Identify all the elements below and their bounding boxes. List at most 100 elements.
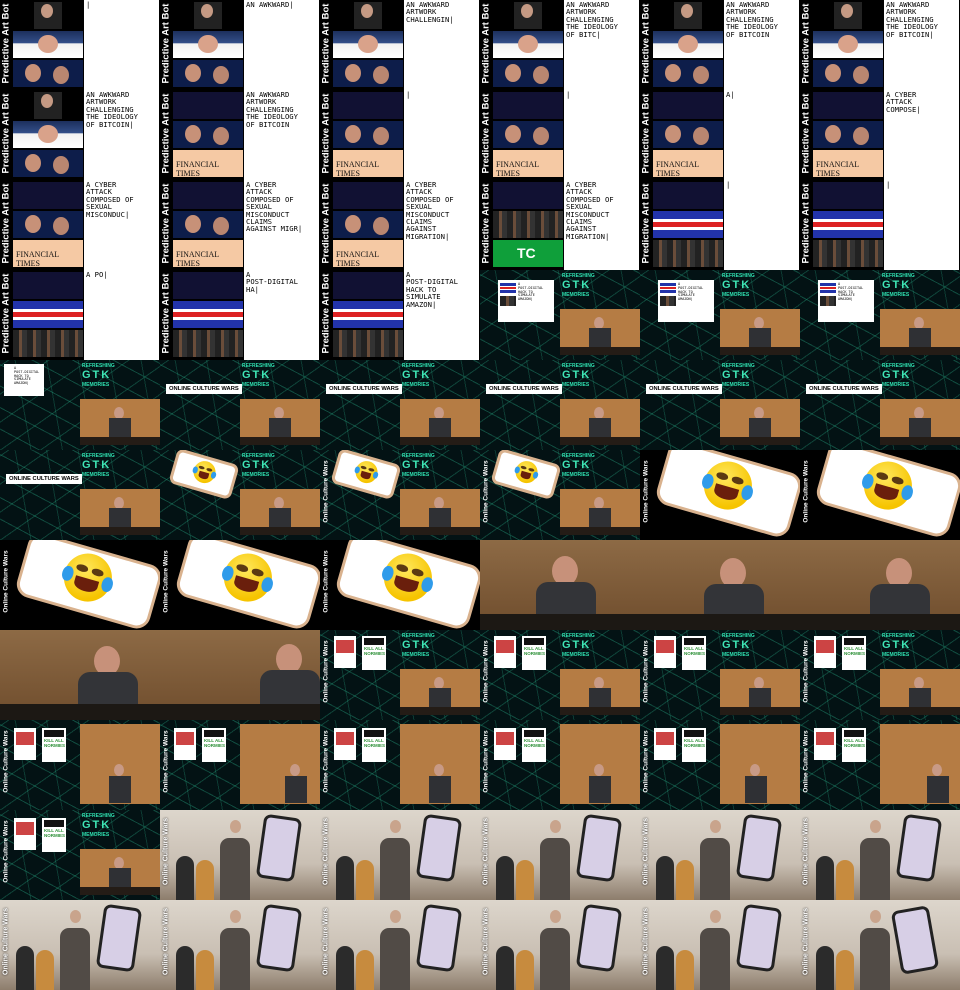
frame-r8c1[interactable] — [0, 630, 160, 720]
frame-r9c4[interactable]: Online Culture Wars — [480, 720, 640, 810]
frame-r5c2[interactable]: ONLINE CULTURE WARS REFRESHING GTK MEMORIE… — [160, 360, 320, 450]
book-cover — [494, 728, 516, 760]
frame-r11c2[interactable]: Online Culture Wars — [160, 900, 320, 990]
thumb-image — [500, 296, 516, 306]
book-cover — [362, 636, 386, 670]
frame-r9c6[interactable]: Online Culture Wars — [800, 720, 960, 810]
frame-r3c6[interactable]: Predictive Art Bot | — [800, 180, 960, 270]
frame-r9c2[interactable]: Online Culture Wars — [160, 720, 320, 810]
frame-r2c3[interactable]: Predictive Art Bot | — [320, 90, 480, 180]
book-cover — [362, 728, 386, 762]
frame-r7c1[interactable]: Online Culture Wars — [0, 540, 160, 630]
frame-r1c5[interactable]: Predictive Art Bot AN AWKWARD ARTWORK CH… — [640, 0, 800, 90]
speaker-head — [750, 764, 760, 776]
frame-r1c1[interactable]: Predictive Art Bot | — [0, 0, 160, 90]
frame-r8c5[interactable]: Online Culture Wars REFRESHINGGTKMEMORIE… — [640, 630, 800, 720]
frame-r11c4[interactable]: Online Culture Wars — [480, 900, 640, 990]
frame-r3c3[interactable]: Predictive Art Bot A CYBER ATTACK COMPOS… — [320, 180, 480, 270]
frame-r11c1[interactable]: Online Culture Wars — [0, 900, 160, 990]
thumb-stack — [173, 270, 243, 360]
book-cover — [682, 636, 706, 670]
podium — [880, 437, 960, 445]
frame-r4c2[interactable]: Predictive Art Bot A POST-DIGITAL HA| — [160, 270, 320, 360]
frame-r3c1[interactable]: Predictive Art Bot A CYBER ATTACK COMPOS… — [0, 180, 160, 270]
frame-r11c3[interactable]: Online Culture Wars — [320, 900, 480, 990]
frame-r10c3[interactable]: Online Culture Wars — [320, 810, 480, 900]
frame-r11c6[interactable]: Online Culture Wars — [800, 900, 960, 990]
frame-r2c2[interactable]: Predictive Art Bot AN AWKWARD ARTWORK CH… — [160, 90, 320, 180]
frame-r6c4[interactable]: Online Culture Wars REFRESHING GTK MEMORIE… — [480, 450, 640, 540]
frame-r7c3[interactable]: Online Culture Wars — [320, 540, 480, 630]
performer — [656, 946, 674, 990]
speaker-inset — [880, 399, 960, 445]
frame-r4c4[interactable]: A POST-DIGITAL HACK TO SIMULATE AMAZON| … — [480, 270, 640, 360]
performer — [700, 928, 730, 990]
frame-r10c6[interactable]: Online Culture Wars — [800, 810, 960, 900]
thumb-image — [653, 92, 723, 119]
frame-r1c3[interactable]: Predictive Art Bot AN AWKWARD ARTWORK CH… — [320, 0, 480, 90]
frame-r2c1[interactable]: Predictive Art Bot AN AWKWARD ARTWORK CH… — [0, 90, 160, 180]
frame-r1c2[interactable]: Predictive Art Bot AN AWKWARD| — [160, 0, 320, 90]
frame-r9c1[interactable]: Online Culture Wars — [0, 720, 160, 810]
frame-r10c1[interactable]: Online Culture Wars REFRESHINGGTKMEMORIE… — [0, 810, 160, 900]
frame-r7c5[interactable] — [640, 540, 800, 630]
vertical-title: Online Culture Wars — [162, 550, 170, 613]
frame-r2c5[interactable]: Predictive Art Bot A| — [640, 90, 800, 180]
frame-r6c2[interactable]: REFRESHING GTK MEMORIES — [160, 450, 320, 540]
frame-r5c4[interactable]: ONLINE CULTURE WARS REFRESHING GTK MEMORIE… — [480, 360, 640, 450]
frame-r6c1[interactable]: ONLINE CULTURE WARS REFRESHING GTK MEMORIE… — [0, 450, 160, 540]
frame-r4c1[interactable]: Predictive Art Bot A PO| — [0, 270, 160, 360]
frame-r7c2[interactable]: Online Culture Wars — [160, 540, 320, 630]
frame-r11c5[interactable]: Online Culture Wars — [640, 900, 800, 990]
frame-r10c4[interactable]: Online Culture Wars — [480, 810, 640, 900]
frame-r8c6[interactable]: Online Culture Wars REFRESHINGGTKMEMORIE… — [800, 630, 960, 720]
frame-r3c4[interactable]: Predictive Art Bot A CYBER ATTACK COMPOS… — [480, 180, 640, 270]
frame-r10c5[interactable]: Online Culture Wars — [640, 810, 800, 900]
performer-head — [550, 910, 561, 923]
frame-r5c3[interactable]: ONLINE CULTURE WARS REFRESHING GTK MEMORIE… — [320, 360, 480, 450]
frame-r7c4[interactable] — [480, 540, 640, 630]
frame-r8c4[interactable]: Online Culture Wars REFRESHINGGTKMEMORIE… — [480, 630, 640, 720]
phone — [735, 903, 783, 973]
thumb-image — [173, 211, 243, 238]
podium — [560, 707, 640, 715]
frame-r9c3[interactable]: Online Culture Wars — [320, 720, 480, 810]
frame-r2c4[interactable]: Predictive Art Bot | — [480, 90, 640, 180]
frame-r5c6[interactable]: ONLINE CULTURE WARS REFRESHING GTK MEMORIE… — [800, 360, 960, 450]
vertical-title: Online Culture Wars — [802, 460, 810, 523]
frame-r8c2[interactable] — [160, 630, 320, 720]
performer — [220, 838, 250, 900]
thumb-image — [173, 121, 243, 148]
performer-head — [870, 910, 881, 923]
frame-r4c3[interactable]: Predictive Art Bot A POST-DIGITAL HACK T… — [320, 270, 480, 360]
laughing-crying-emoji-icon — [858, 455, 918, 516]
frame-r3c5[interactable]: Predictive Art Bot | — [640, 180, 800, 270]
speaker-inset — [240, 399, 320, 445]
speaker-inset — [720, 309, 800, 355]
frame-r1c6[interactable]: Predictive Art Bot AN AWKWARD ARTWORK CH… — [800, 0, 960, 90]
laughing-crying-emoji-icon — [512, 458, 541, 486]
speaker-inset — [80, 489, 160, 535]
frame-r6c3[interactable]: Online Culture Wars REFRESHING GTK MEMORIE… — [320, 450, 480, 540]
frame-r3c2[interactable]: Predictive Art Bot A CYBER ATTACK COMPOS… — [160, 180, 320, 270]
frame-r5c5[interactable]: ONLINE CULTURE WARS REFRESHING GTK MEMORIE… — [640, 360, 800, 450]
frame-r4c6[interactable]: A POST-DIGITAL HACK TO SIMULATE AMAZON| … — [800, 270, 960, 360]
frame-r10c2[interactable]: Online Culture Wars — [160, 810, 320, 900]
frame-r6c5[interactable]: Online Culture Wars — [640, 450, 800, 540]
frame-r2c6[interactable]: Predictive Art Bot A CYBER ATTACK COMPOS… — [800, 90, 960, 180]
frame-r7c6[interactable] — [800, 540, 960, 630]
frame-r6c6[interactable]: Online Culture Wars — [800, 450, 960, 540]
thumb-stack — [333, 90, 403, 180]
vertical-title: Predictive Art Bot — [640, 3, 652, 84]
thumb-image — [13, 2, 83, 29]
frame-r8c3[interactable]: Online Culture Wars REFRESHINGGTKMEMORIE… — [320, 630, 480, 720]
frame-r4c5[interactable]: A POST-DIGITAL HACK TO SIMULATE AMAZON| … — [640, 270, 800, 360]
frame-r1c4[interactable]: Predictive Art Bot AN AWKWARD ARTWORK CH… — [480, 0, 640, 90]
frame-r9c5[interactable]: Online Culture Wars — [640, 720, 800, 810]
thumb-image — [333, 92, 403, 119]
thumb-stack — [653, 90, 723, 180]
frame-r5c1[interactable]: A POST-DIGITAL HACK TO SIMULATE AMAZON| … — [0, 360, 160, 450]
podium — [80, 887, 160, 895]
book-cover — [654, 728, 676, 760]
thumb-image — [500, 283, 516, 293]
